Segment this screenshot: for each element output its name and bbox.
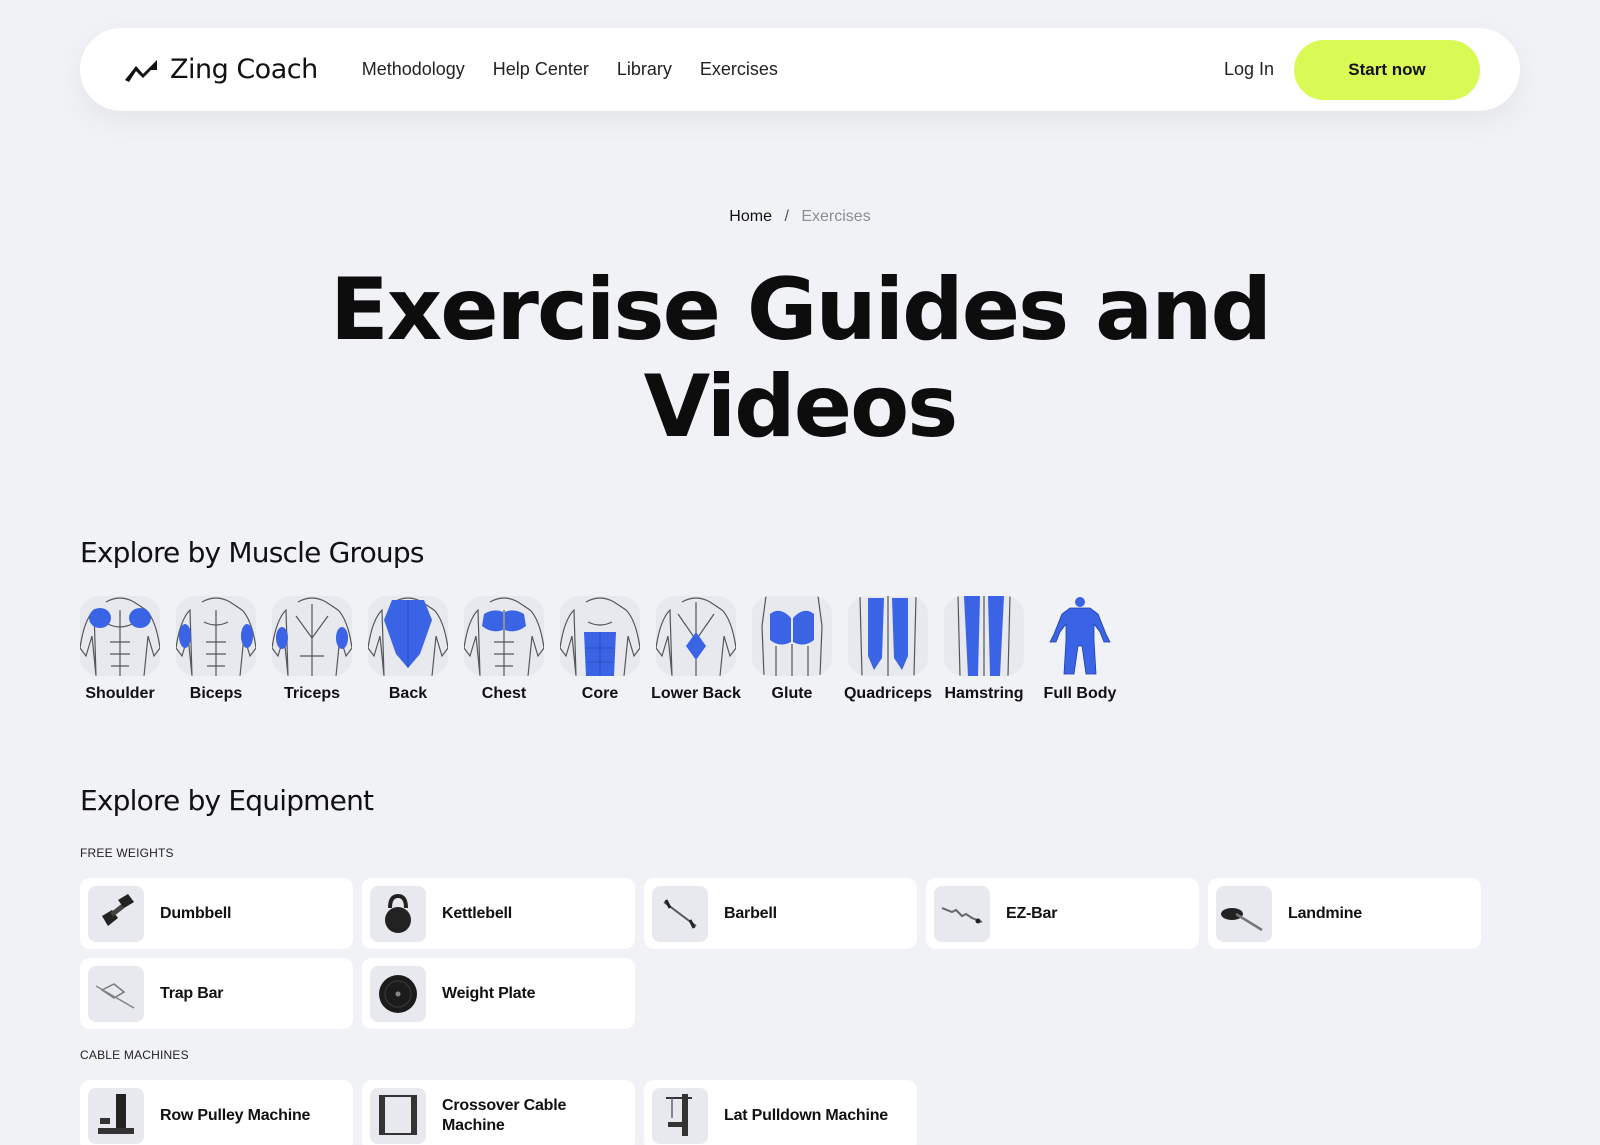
page-title: Exercise Guides and Videos xyxy=(300,262,1300,456)
breadcrumb: Home / Exercises xyxy=(0,208,1600,226)
quadriceps-muscle-icon xyxy=(848,596,928,676)
equipment-label: Dumbbell xyxy=(160,904,232,922)
equipment-card-lat-pulldown-machine[interactable]: Lat Pulldown Machine xyxy=(644,1080,917,1145)
row-pulley-machine-icon xyxy=(88,1087,144,1144)
muscle-label: Glute xyxy=(771,685,813,702)
glute-muscle-icon xyxy=(752,596,832,676)
muscle-label: Biceps xyxy=(189,685,243,702)
full-body-muscle-icon xyxy=(1040,596,1120,676)
brand-logo-link[interactable]: Zing Coach xyxy=(124,54,318,85)
free-weights-subheading: FREE WEIGHTS xyxy=(80,846,174,860)
muscle-label: Full Body xyxy=(1043,685,1117,702)
muscle-item-quadriceps[interactable]: Quadriceps xyxy=(844,596,932,703)
equipment-heading: Explore by Equipment xyxy=(80,784,374,817)
muscle-item-hamstring[interactable]: Hamstring xyxy=(944,596,1024,703)
page-title-line-1: Exercise Guides and xyxy=(330,260,1272,360)
equipment-label: Kettlebell xyxy=(442,904,513,922)
nav-links: Methodology Help Center Library Exercise… xyxy=(362,59,778,80)
muscle-item-shoulder[interactable]: Shoulder xyxy=(80,596,160,703)
free-weights-grid: Dumbbell Kettlebell Barbell EZ-Bar Landm… xyxy=(80,878,1481,1029)
hamstring-muscle-icon xyxy=(944,596,1024,676)
lower-back-muscle-icon xyxy=(656,596,736,676)
top-navbar: Zing Coach Methodology Help Center Libra… xyxy=(80,28,1520,111)
equipment-card-barbell[interactable]: Barbell xyxy=(644,878,917,949)
equipment-label: Trap Bar xyxy=(160,984,224,1002)
ez-bar-icon xyxy=(934,885,990,942)
dumbbell-icon xyxy=(88,885,144,942)
equipment-label: Landmine xyxy=(1288,904,1362,922)
muscle-item-biceps[interactable]: Biceps xyxy=(176,596,256,703)
back-muscle-icon xyxy=(368,596,448,676)
core-muscle-icon xyxy=(560,596,640,676)
muscle-groups-heading: Explore by Muscle Groups xyxy=(80,536,424,569)
nav-actions: Log In Start now xyxy=(1224,39,1480,100)
nav-link-library[interactable]: Library xyxy=(617,59,672,80)
lat-pulldown-machine-icon xyxy=(652,1087,708,1144)
muscle-label: Core xyxy=(581,685,619,702)
shoulder-muscle-icon xyxy=(80,596,160,676)
muscle-label: Chest xyxy=(481,685,527,702)
trap-bar-icon xyxy=(88,965,144,1022)
muscle-item-lower-back[interactable]: Lower Back xyxy=(651,596,741,703)
equipment-card-weight-plate[interactable]: Weight Plate xyxy=(362,958,635,1029)
breadcrumb-separator: / xyxy=(784,208,789,225)
equipment-card-ez-bar[interactable]: EZ-Bar xyxy=(926,878,1199,949)
equipment-label: EZ-Bar xyxy=(1006,904,1058,922)
equipment-card-kettlebell[interactable]: Kettlebell xyxy=(362,878,635,949)
breadcrumb-home-link[interactable]: Home xyxy=(729,208,772,225)
muscle-label: Triceps xyxy=(283,685,341,702)
muscle-item-chest[interactable]: Chest xyxy=(464,596,544,703)
login-link[interactable]: Log In xyxy=(1224,59,1274,80)
muscle-item-triceps[interactable]: Triceps xyxy=(272,596,352,703)
weight-plate-icon xyxy=(370,965,426,1022)
cable-machines-grid: Row Pulley Machine Crossover Cable Machi… xyxy=(80,1080,1481,1145)
muscle-item-back[interactable]: Back xyxy=(368,596,448,703)
equipment-card-landmine[interactable]: Landmine xyxy=(1208,878,1481,949)
nav-link-help-center[interactable]: Help Center xyxy=(493,59,589,80)
barbell-icon xyxy=(652,885,708,942)
landmine-icon xyxy=(1216,885,1272,942)
breadcrumb-current: Exercises xyxy=(801,208,871,225)
zing-logo-icon xyxy=(125,59,157,82)
muscle-label: Lower Back xyxy=(651,685,741,702)
muscle-item-glute[interactable]: Glute xyxy=(752,596,832,703)
equipment-card-crossover-cable-machine[interactable]: Crossover Cable Machine xyxy=(362,1080,635,1145)
chest-muscle-icon xyxy=(464,596,544,676)
equipment-card-row-pulley-machine[interactable]: Row Pulley Machine xyxy=(80,1080,353,1145)
muscle-item-core[interactable]: Core xyxy=(560,596,640,703)
muscle-label: Hamstring xyxy=(944,685,1024,702)
cable-machines-subheading: CABLE MACHINES xyxy=(80,1048,189,1062)
equipment-label: Weight Plate xyxy=(442,984,536,1002)
muscle-item-full-body[interactable]: Full Body xyxy=(1040,596,1120,703)
muscle-label: Back xyxy=(388,685,428,702)
equipment-card-dumbbell[interactable]: Dumbbell xyxy=(80,878,353,949)
kettlebell-icon xyxy=(370,885,426,942)
nav-link-methodology[interactable]: Methodology xyxy=(362,59,465,80)
start-now-button[interactable]: Start now xyxy=(1294,39,1480,100)
crossover-cable-machine-icon xyxy=(370,1087,426,1144)
triceps-muscle-icon xyxy=(272,596,352,676)
equipment-card-trap-bar[interactable]: Trap Bar xyxy=(80,958,353,1029)
nav-link-exercises[interactable]: Exercises xyxy=(700,59,778,80)
brand-name: Zing Coach xyxy=(170,54,318,85)
equipment-label: Row Pulley Machine xyxy=(160,1106,311,1124)
page-title-line-2: Videos xyxy=(643,357,959,457)
muscle-label: Quadriceps xyxy=(843,685,933,702)
equipment-label: Lat Pulldown Machine xyxy=(724,1106,889,1124)
equipment-label: Barbell xyxy=(724,904,777,922)
muscle-group-list: Shoulder Biceps Triceps Back Chest Core … xyxy=(80,596,1120,703)
muscle-label: Shoulder xyxy=(85,685,155,702)
biceps-muscle-icon xyxy=(176,596,256,676)
equipment-label: Crossover Cable Machine xyxy=(442,1096,567,1134)
